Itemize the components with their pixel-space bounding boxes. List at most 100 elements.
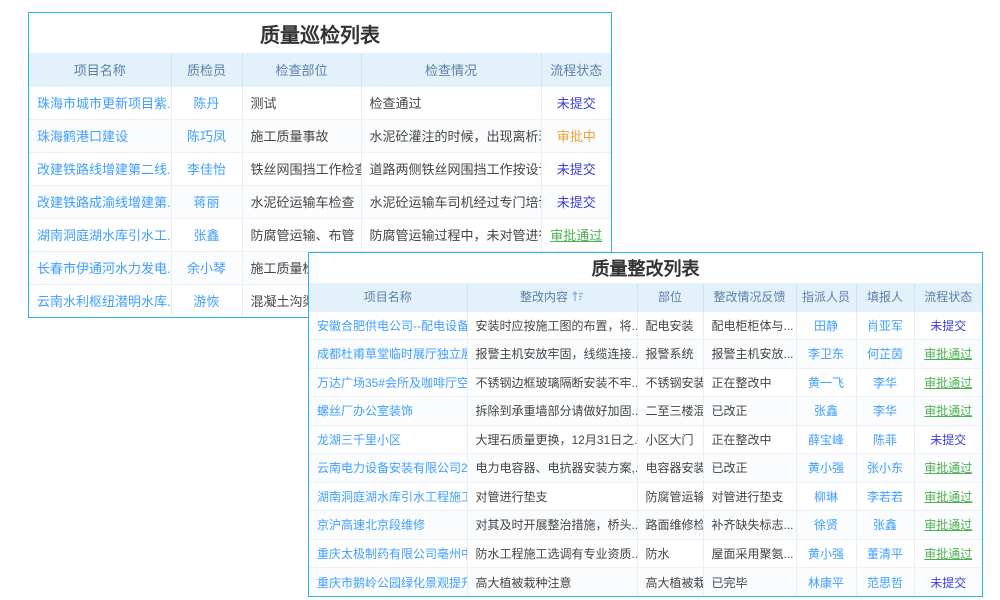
reporter-link[interactable]: 肖亚军 — [867, 319, 903, 333]
status-text[interactable]: 审批通过 — [924, 547, 972, 561]
project-link[interactable]: 螺丝厂办公室装饰 — [317, 404, 413, 418]
column-header-situation: 检查情况 — [361, 53, 541, 86]
project-link[interactable]: 长春市伊通河水力发电... — [37, 261, 171, 276]
cell-text: 对管进行垫支 — [476, 490, 548, 504]
project-link[interactable]: 湖南洞庭湖水库引水工程施工标 — [317, 490, 467, 504]
reporter-cell: 陈菲 — [856, 425, 914, 454]
project-link[interactable]: 重庆太极制药有限公司亳州中... — [317, 547, 467, 561]
rectification-table-header: 项目名称整改内容部位整改情况反馈指派人员填报人流程状态 — [309, 283, 982, 311]
column-header-label: 填报人 — [867, 290, 903, 304]
assignee-link[interactable]: 田静 — [814, 319, 838, 333]
status-text[interactable]: 审批通过 — [924, 347, 972, 361]
workflow-status-cell: 审批通过 — [914, 340, 982, 369]
rectify-content-cell: 对管进行垫支 — [467, 482, 637, 511]
reporter-cell: 何芷茵 — [856, 340, 914, 369]
reporter-link[interactable]: 何芷茵 — [867, 347, 903, 361]
status-text[interactable]: 审批通过 — [924, 376, 972, 390]
status-text[interactable]: 审批通过 — [550, 228, 602, 243]
assignee-link[interactable]: 黄一飞 — [808, 376, 844, 390]
inspector-link[interactable]: 游恢 — [193, 294, 219, 309]
reporter-cell: 肖亚军 — [856, 311, 914, 340]
assignee-link[interactable]: 柳琳 — [814, 490, 838, 504]
rectification-table: 项目名称整改内容部位整改情况反馈指派人员填报人流程状态 安徽合肥供电公司--配电… — [309, 283, 982, 596]
inspector-cell: 陈丹 — [171, 86, 242, 119]
status-text[interactable]: 审批通过 — [924, 461, 972, 475]
cell-text: 安装时应按施工图的布置，将... — [476, 319, 638, 333]
column-header-content[interactable]: 整改内容 — [467, 283, 637, 311]
project-name-cell: 湖南洞庭湖水库引水工... — [29, 218, 171, 251]
feedback-cell: 已完毕 — [703, 568, 796, 597]
project-name-cell: 改建铁路线增建第二线... — [29, 152, 171, 185]
reporter-cell: 李若若 — [856, 482, 914, 511]
part-cell: 高大植被栽种 — [637, 568, 703, 597]
column-header-label: 项目名称 — [364, 290, 412, 304]
project-link[interactable]: 万达广场35#会所及咖啡厅空... — [317, 376, 467, 390]
workflow-status-cell: 审批通过 — [914, 368, 982, 397]
workflow-status-cell: 审批通过 — [914, 511, 982, 540]
reporter-link[interactable]: 董清平 — [867, 547, 903, 561]
assignee-link[interactable]: 黄小强 — [808, 547, 844, 561]
project-name-cell: 云南水利枢纽潜明水库... — [29, 284, 171, 317]
cell-text: 配电柜柜体与... — [712, 319, 794, 333]
cell-text: 配电安装 — [646, 319, 694, 333]
inspection-part-cell: 铁丝网围挡工作检查 — [242, 152, 361, 185]
project-link[interactable]: 珠海鹤港口建设 — [37, 129, 128, 144]
project-link[interactable]: 改建铁路成渝线增建第... — [37, 195, 171, 210]
cell-text: 防腐管运输过程中，未对管进行... — [370, 228, 542, 243]
reporter-link[interactable]: 李华 — [873, 404, 897, 418]
inspection-table-title: 质量巡检列表 — [29, 13, 611, 53]
inspector-link[interactable]: 张鑫 — [193, 228, 219, 243]
assignee-link[interactable]: 薛宝峰 — [808, 433, 844, 447]
assignee-link[interactable]: 徐贤 — [814, 518, 838, 532]
reporter-link[interactable]: 李若若 — [867, 490, 903, 504]
status-text[interactable]: 审批通过 — [924, 404, 972, 418]
status-text: 未提交 — [557, 96, 596, 111]
inspector-link[interactable]: 陈丹 — [193, 96, 219, 111]
assignee-link[interactable]: 张鑫 — [814, 404, 838, 418]
project-link[interactable]: 改建铁路线增建第二线... — [37, 162, 171, 177]
inspector-link[interactable]: 蒋丽 — [193, 195, 219, 210]
project-link[interactable]: 云南水利枢纽潜明水库... — [37, 294, 171, 309]
assignee-link[interactable]: 黄小强 — [808, 461, 844, 475]
project-name-cell: 改建铁路成渝线增建第... — [29, 185, 171, 218]
reporter-cell: 范思哲 — [856, 568, 914, 597]
table-row: 重庆太极制药有限公司亳州中...防水工程施工选调有专业资质...防水屋面采用聚氨… — [309, 539, 982, 568]
assignee-link[interactable]: 李卫东 — [808, 347, 844, 361]
project-link[interactable]: 安徽合肥供电公司--配电设备... — [317, 319, 467, 333]
reporter-link[interactable]: 陈菲 — [873, 433, 897, 447]
assignee-link[interactable]: 林康平 — [808, 576, 844, 590]
inspector-link[interactable]: 李佳怡 — [187, 162, 226, 177]
reporter-link[interactable]: 范思哲 — [867, 576, 903, 590]
feedback-cell: 已改正 — [703, 454, 796, 483]
project-link[interactable]: 湖南洞庭湖水库引水工... — [37, 228, 171, 243]
column-header-reporter: 填报人 — [856, 283, 914, 311]
project-link[interactable]: 成都杜甫草堂临时展厅独立展... — [317, 347, 467, 361]
column-header-label: 指派人员 — [802, 290, 850, 304]
cell-text: 高大植被栽种注意 — [476, 576, 572, 590]
feedback-cell: 对管进行垫支 — [703, 482, 796, 511]
inspector-link[interactable]: 陈巧凤 — [187, 129, 226, 144]
status-text: 未提交 — [557, 162, 596, 177]
project-link[interactable]: 云南电力设备安装有限公司20... — [317, 461, 467, 475]
column-header-label: 整改内容 — [520, 290, 568, 304]
workflow-status-cell: 审批通过 — [914, 539, 982, 568]
project-link[interactable]: 京沪高速北京段维修 — [317, 518, 425, 532]
project-link[interactable]: 龙湖三千里小区 — [317, 433, 401, 447]
reporter-link[interactable]: 张鑫 — [873, 518, 897, 532]
cell-text: 测试 — [251, 96, 277, 111]
table-row: 安徽合肥供电公司--配电设备... 安装时应按施工图的布置，将... 配电安装 配电柜… — [309, 311, 982, 340]
reporter-link[interactable]: 张小东 — [867, 461, 903, 475]
column-header-inspector: 质检员 — [171, 53, 242, 86]
project-link[interactable]: 珠海市城市更新项目紫... — [37, 96, 171, 111]
inspector-link[interactable]: 余小琴 — [187, 261, 226, 276]
project-link[interactable]: 重庆市鹅岭公园绿化景观提升... — [317, 576, 467, 590]
reporter-cell: 张小东 — [856, 454, 914, 483]
reporter-link[interactable]: 李华 — [873, 376, 897, 390]
status-text[interactable]: 审批通过 — [924, 490, 972, 504]
inspection-part-cell: 施工质量事故 — [242, 119, 361, 152]
column-header-part: 部位 — [637, 283, 703, 311]
status-text[interactable]: 审批通过 — [924, 518, 972, 532]
table-row: 龙湖三千里小区大理石质量更换，12月31日之...小区大门正在整改中薛宝峰陈菲未… — [309, 425, 982, 454]
table-row: 珠海鹤港口建设陈巧凤施工质量事故水泥砼灌注的时候，出现离析现象审批中 — [29, 119, 611, 152]
rectify-content-cell: 防水工程施工选调有专业资质... — [467, 539, 637, 568]
